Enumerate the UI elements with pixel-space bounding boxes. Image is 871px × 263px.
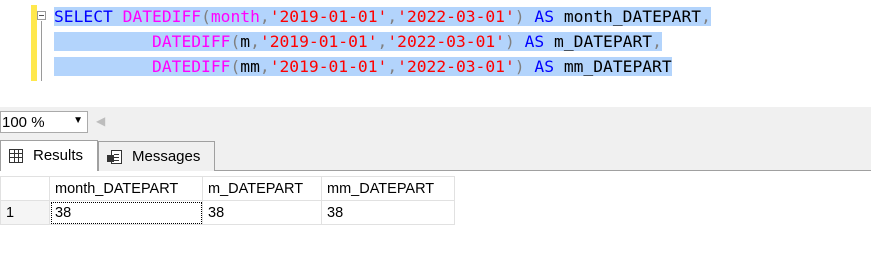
column-header[interactable]: m_DATEPART: [202, 176, 322, 201]
messages-icon: [107, 150, 123, 165]
comma: ,: [377, 32, 388, 51]
grid-icon: [9, 149, 23, 163]
tab-results[interactable]: Results: [0, 140, 98, 171]
tab-label: Messages: [132, 148, 201, 165]
sql-editor[interactable]: SELECT DATEDIFF(month,'2019-01-01','2022…: [0, 0, 871, 107]
table-cell[interactable]: 38: [202, 200, 322, 225]
header-row: month_DATEPART m_DATEPART mm_DATEPART: [0, 176, 455, 201]
column-header[interactable]: mm_DATEPART: [321, 176, 455, 201]
datepart-arg: month: [210, 7, 260, 26]
keyword-as: AS: [534, 57, 555, 76]
column-header[interactable]: month_DATEPART: [49, 176, 203, 201]
column-alias: mm_DATEPART: [563, 57, 672, 76]
scroll-left-icon[interactable]: ◀: [96, 114, 105, 128]
comma: ,: [387, 7, 398, 26]
end-date-literal: '2022-03-01': [397, 7, 515, 26]
fold-guide: [41, 21, 42, 81]
keyword-select: SELECT: [54, 7, 113, 26]
keyword-as: AS: [534, 7, 555, 26]
table-cell[interactable]: 38: [49, 200, 203, 225]
zoom-bar: [0, 107, 871, 137]
comma: ,: [259, 57, 270, 76]
paren-open: (: [230, 57, 241, 76]
start-date-literal: '2019-01-01': [269, 57, 388, 76]
keyword-as: AS: [524, 32, 545, 51]
function-name: DATEDIFF: [152, 57, 231, 76]
column-alias: month_DATEPART: [563, 7, 702, 26]
code-line-1[interactable]: SELECT DATEDIFF(month,'2019-01-01','2022…: [54, 6, 711, 28]
paren-close: ): [514, 57, 525, 76]
paren-open: (: [230, 32, 241, 51]
start-date-literal: '2019-01-01': [269, 7, 388, 26]
zoom-dropdown[interactable]: 100 % ▼: [0, 111, 88, 133]
column-alias: m_DATEPART: [554, 32, 653, 51]
table-cell[interactable]: 38: [321, 200, 455, 225]
end-date-literal: '2022-03-01': [387, 32, 505, 51]
row-number[interactable]: 1: [0, 200, 50, 225]
chevron-down-icon[interactable]: ▼: [73, 115, 83, 126]
comma: ,: [652, 32, 662, 51]
comma: ,: [387, 57, 398, 76]
paren-close: ): [514, 7, 525, 26]
paren-close: ): [504, 32, 515, 51]
code-line-2[interactable]: DATEDIFF(m,'2019-01-01','2022-03-01') AS…: [54, 31, 662, 53]
datepart-arg: mm: [240, 57, 260, 76]
corner-header[interactable]: [0, 176, 50, 201]
comma: ,: [250, 32, 260, 51]
collapse-icon[interactable]: [37, 11, 46, 20]
paren-open: (: [201, 7, 211, 26]
results-grid: month_DATEPART m_DATEPART mm_DATEPART 1 …: [0, 176, 455, 225]
function-name: DATEDIFF: [122, 7, 202, 26]
comma: ,: [701, 7, 711, 26]
function-name: DATEDIFF: [152, 32, 231, 51]
datepart-arg: m: [240, 32, 251, 51]
tab-label: Results: [33, 147, 84, 164]
start-date-literal: '2019-01-01': [259, 32, 378, 51]
zoom-value: 100 %: [2, 114, 45, 131]
end-date-literal: '2022-03-01': [397, 57, 515, 76]
code-line-3[interactable]: DATEDIFF(mm,'2019-01-01','2022-03-01') A…: [54, 56, 672, 78]
tab-messages[interactable]: Messages: [98, 141, 215, 171]
comma: ,: [259, 7, 270, 26]
table-row: 1 38 38 38: [0, 200, 455, 225]
